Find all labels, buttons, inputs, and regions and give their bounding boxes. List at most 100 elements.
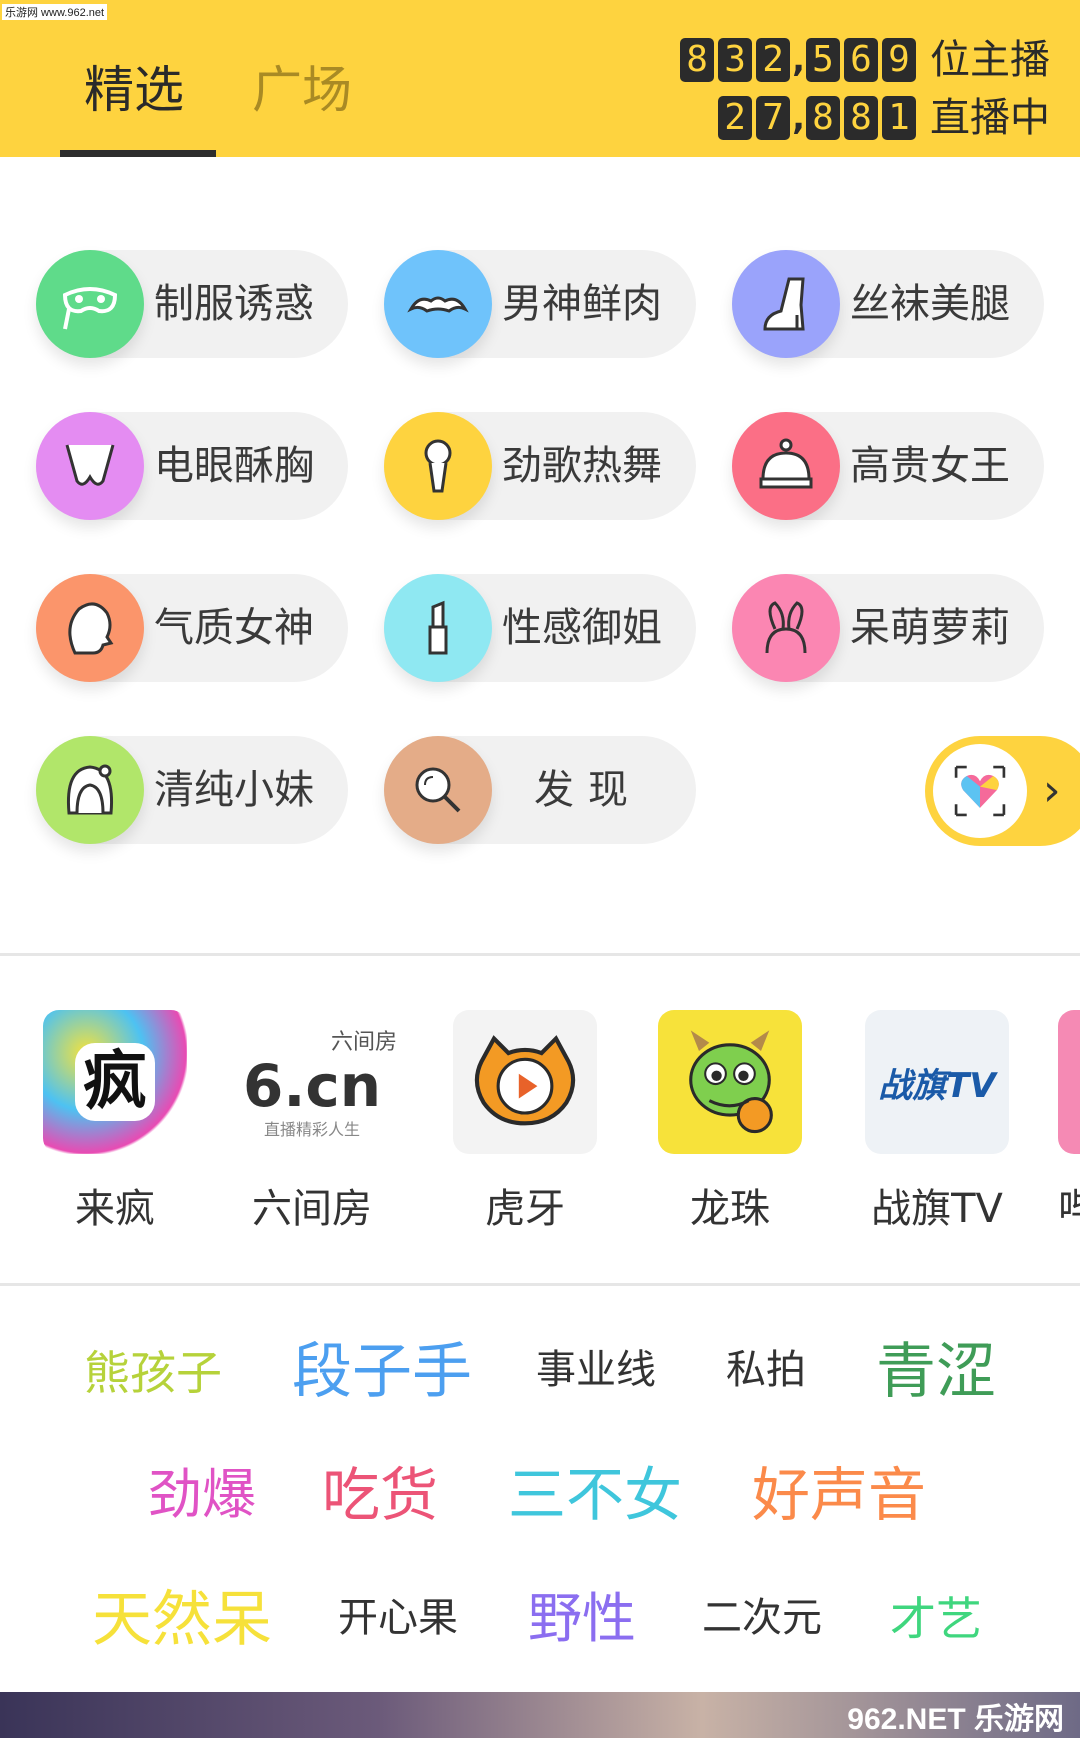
platform-bili-partial[interactable]: 哔 <box>1058 1010 1080 1234</box>
category-label: 气质女神 <box>154 605 314 651</box>
platform-name: 哔 <box>1058 1186 1080 1232</box>
live-comma: , <box>792 98 805 138</box>
microphone-icon <box>384 412 492 520</box>
bra-icon <box>36 412 144 520</box>
zhanqi-logo-text: 战旗TV <box>878 1065 996 1106</box>
lipstick-icon <box>384 574 492 682</box>
platform-name: 虎牙 <box>485 1186 565 1232</box>
tag-text: 私拍 <box>726 1347 806 1393</box>
category-label: 男神鲜肉 <box>502 281 662 327</box>
tab-square[interactable]: 广场 <box>252 60 352 120</box>
6cn-logo-slogan: 直播精彩人生 <box>263 1120 360 1139</box>
platform-6cn[interactable]: 六间房 6.cn 直播精彩人生 六间房 <box>222 1010 402 1234</box>
category-goddess[interactable]: 气质女神 <box>36 574 348 682</box>
category-loli[interactable]: 呆萌萝莉 <box>732 574 1044 682</box>
category-queen[interactable]: 高贵女王 <box>732 412 1044 520</box>
anchor-digit: 2 <box>756 38 791 82</box>
tag-item[interactable]: 天然呆 <box>92 1590 272 1650</box>
category-mature[interactable]: 性感御姐 <box>384 574 696 682</box>
tag-text: 天然呆 <box>92 1585 272 1655</box>
platform-name: 六间房 <box>252 1186 372 1232</box>
high-heel-icon <box>732 250 840 358</box>
live-digit: 2 <box>718 96 753 140</box>
tag-item[interactable]: 熊孩子 <box>84 1350 222 1396</box>
tag-text: 才艺 <box>890 1592 982 1646</box>
bili-logo <box>1058 1010 1080 1154</box>
active-tab-indicator <box>60 150 216 157</box>
platform-name: 龙珠 <box>690 1186 770 1232</box>
tag-item[interactable]: 私拍 <box>726 1350 806 1390</box>
category-chest[interactable]: 电眼酥胸 <box>36 412 348 520</box>
tag-text: 三不女 <box>508 1461 683 1529</box>
live-digit: 1 <box>882 96 916 140</box>
category-legs[interactable]: 丝袜美腿 <box>732 250 1044 358</box>
heart-scan-icon <box>933 744 1027 838</box>
section-divider <box>0 1283 1080 1286</box>
tag-item[interactable]: 段子手 <box>292 1342 472 1402</box>
watermark-top: 乐游网 www.962.net <box>2 4 108 20</box>
platform-longzhu[interactable]: 龙珠 <box>655 1010 805 1234</box>
tag-item[interactable]: 青涩 <box>876 1342 996 1402</box>
category-hunk[interactable]: 男神鲜肉 <box>384 250 696 358</box>
discover-badge[interactable]: › <box>925 736 1080 846</box>
watermark-bottom: 962.NET 乐游网 <box>847 1703 1064 1736</box>
live-label: 直播中 <box>930 95 1050 141</box>
tag-text: 野性 <box>528 1587 636 1650</box>
header-bar: 乐游网 www.962.net 精选 广场 8 3 2 , 5 6 9 位主播 … <box>0 0 1080 157</box>
tag-text: 开心果 <box>338 1595 458 1641</box>
category-label: 发现 <box>534 767 642 813</box>
tag-item[interactable]: 事业线 <box>536 1350 656 1390</box>
platform-name: 战旗TV <box>871 1186 1003 1232</box>
tag-item[interactable]: 好声音 <box>752 1466 926 1524</box>
live-digit: 8 <box>806 96 840 140</box>
mustache-icon <box>384 250 492 358</box>
tag-item[interactable]: 才艺 <box>890 1596 982 1642</box>
search-icon <box>384 736 492 844</box>
tag-text: 好声音 <box>752 1461 927 1529</box>
category-singing[interactable]: 劲歌热舞 <box>384 412 696 520</box>
live-count: 2 7 , 8 8 1 直播中 <box>718 96 1050 140</box>
tag-text: 二次元 <box>702 1595 822 1641</box>
tag-text: 段子手 <box>292 1337 472 1407</box>
category-label: 丝袜美腿 <box>850 281 1010 327</box>
category-pure[interactable]: 清纯小妹 <box>36 736 348 844</box>
huya-logo <box>453 1010 597 1154</box>
anchor-comma: , <box>792 40 805 80</box>
category-discover[interactable]: 发现 <box>384 736 696 844</box>
anchor-digit: 3 <box>718 38 753 82</box>
bunny-ears-icon <box>732 574 840 682</box>
6cn-logo-text: 6.cn <box>242 1052 382 1120</box>
anchor-count: 8 3 2 , 5 6 9 位主播 <box>680 38 1050 82</box>
tag-item[interactable]: 二次元 <box>702 1598 822 1638</box>
tag-item[interactable]: 劲爆 <box>148 1468 256 1522</box>
platform-laifeng[interactable]: 疯 来疯 <box>40 1010 190 1234</box>
tag-item[interactable]: 三不女 <box>508 1466 682 1524</box>
woman-profile-icon <box>36 574 144 682</box>
girl-hair-icon <box>36 736 144 844</box>
tag-item[interactable]: 开心果 <box>338 1598 458 1638</box>
section-divider <box>0 953 1080 956</box>
anchor-label: 位主播 <box>930 37 1050 83</box>
tab-featured[interactable]: 精选 <box>84 60 184 120</box>
crown-icon <box>732 412 840 520</box>
anchor-digit: 5 <box>806 38 840 82</box>
anchor-digit: 6 <box>844 38 878 82</box>
live-digit: 8 <box>844 96 878 140</box>
tag-text: 青涩 <box>876 1337 996 1407</box>
6cn-logo: 六间房 6.cn 直播精彩人生 <box>227 1010 397 1154</box>
chevron-right-icon: › <box>1043 765 1061 816</box>
platform-name: 来疯 <box>75 1186 155 1232</box>
platform-huya[interactable]: 虎牙 <box>450 1010 600 1234</box>
zhanqi-logo: 战旗TV <box>865 1010 1009 1154</box>
tag-item[interactable]: 野性 <box>528 1592 636 1646</box>
tag-text: 事业线 <box>536 1347 656 1393</box>
tag-text: 劲爆 <box>148 1463 256 1526</box>
tag-item[interactable]: 吃货 <box>322 1466 438 1524</box>
category-label: 高贵女王 <box>850 443 1010 489</box>
live-digit: 7 <box>756 96 791 140</box>
category-label: 性感御姐 <box>502 605 662 651</box>
anchor-digit: 9 <box>882 38 916 82</box>
platform-zhanqi[interactable]: 战旗TV 战旗TV <box>862 1010 1012 1234</box>
category-uniform[interactable]: 制服诱惑 <box>36 250 348 358</box>
laifeng-logo-text: 疯 <box>75 1043 155 1121</box>
